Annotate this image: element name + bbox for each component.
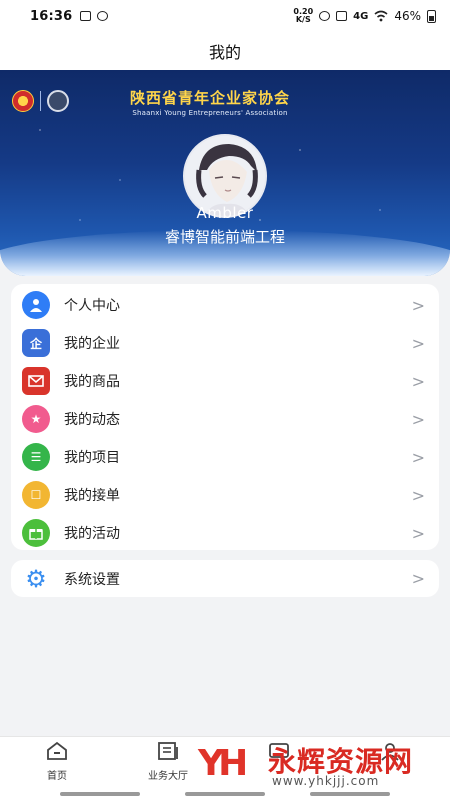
company-name: 睿博智能前端工程 xyxy=(164,228,285,246)
username: Ambler xyxy=(196,204,254,222)
youth-league-emblem-icon xyxy=(12,90,34,112)
enterprise-icon: 企 xyxy=(22,329,50,357)
menu-item-label: 我的商品 xyxy=(64,374,120,390)
settings-card: ⚙ 系统设置 > xyxy=(11,560,439,597)
gift-icon xyxy=(22,519,50,547)
net-speed: 0.20 K/S xyxy=(293,8,313,24)
signal-icon: 4G xyxy=(353,10,369,22)
tab-home[interactable]: 首页 xyxy=(12,741,102,782)
list-icon: ☰ xyxy=(22,443,50,471)
home-icon xyxy=(46,741,68,761)
association-emblem-icon xyxy=(47,90,69,112)
menu-item-my-activities[interactable]: 我的活动 > xyxy=(11,514,439,552)
gear-icon: ⚙ xyxy=(25,564,47,593)
star-icon: ★ xyxy=(22,405,50,433)
chevron-right-icon: > xyxy=(411,447,425,467)
menu-item-my-enterprise[interactable]: 企 我的企业 > xyxy=(11,324,439,362)
order-icon: ☐ xyxy=(22,481,50,509)
menu-item-my-updates[interactable]: ★ 我的动态 > xyxy=(11,400,439,438)
menu-item-personal-center[interactable]: 个人中心 > xyxy=(11,286,439,324)
alarm-icon xyxy=(319,11,331,21)
watermark: YH 永辉资源网 www.yhkjjj.com xyxy=(198,740,438,792)
menu-item-label: 我的动态 xyxy=(64,412,120,428)
gallery-icon xyxy=(80,11,92,21)
menu-item-my-projects[interactable]: ☰ 我的项目 > xyxy=(11,438,439,476)
association-name-en: Shaanxi Young Entrepreneurs' Association xyxy=(132,109,288,117)
notification-icons xyxy=(80,11,109,21)
battery-percent: 46% xyxy=(394,9,421,23)
gesture-bar-right xyxy=(310,792,390,796)
tab-label: 首页 xyxy=(47,771,67,782)
status-right: 0.20 K/S 4G 46% xyxy=(293,8,436,24)
chevron-right-icon: > xyxy=(411,485,425,505)
menu-item-label: 我的企业 xyxy=(64,336,120,352)
watermark-logo: YH xyxy=(198,743,248,784)
app-notification-icon xyxy=(97,11,109,21)
battery-icon xyxy=(427,9,436,23)
chevron-right-icon: > xyxy=(411,295,425,315)
chevron-right-icon: > xyxy=(411,371,425,391)
chevron-right-icon: > xyxy=(411,569,425,588)
net-speed-unit: K/S xyxy=(295,15,311,24)
wifi-icon xyxy=(374,10,388,22)
status-bar: 16:36 0.20 K/S 4G 46% xyxy=(0,0,450,32)
gesture-bar-center xyxy=(185,792,265,796)
logo-divider xyxy=(40,91,41,111)
menu-item-my-products[interactable]: 我的商品 > xyxy=(11,362,439,400)
chevron-right-icon: > xyxy=(411,523,425,543)
hall-icon xyxy=(157,741,179,761)
vibrate-icon xyxy=(336,11,348,21)
mail-icon xyxy=(22,367,50,395)
gesture-bar-left xyxy=(60,792,140,796)
page-header: 我的 xyxy=(0,32,450,70)
menu-item-label: 系统设置 xyxy=(64,571,120,588)
person-icon xyxy=(22,291,50,319)
watermark-url: www.yhkjjj.com xyxy=(272,774,380,788)
chevron-right-icon: > xyxy=(411,333,425,353)
association-name: 陕西省青年企业家协会 Shaanxi Young Entrepreneurs' … xyxy=(130,87,290,117)
chevron-right-icon: > xyxy=(411,409,425,429)
banner-logos xyxy=(12,90,69,112)
status-time: 16:36 xyxy=(30,8,73,24)
page-title: 我的 xyxy=(208,43,241,62)
menu-item-label: 我的活动 xyxy=(64,526,120,542)
association-name-cn: 陕西省青年企业家协会 xyxy=(130,89,291,107)
menu-item-my-orders[interactable]: ☐ 我的接单 > xyxy=(11,476,439,514)
menu-item-label: 我的项目 xyxy=(64,450,120,466)
menu-item-label: 我的接单 xyxy=(64,488,120,504)
menu-card: 个人中心 > 企 我的企业 > 我的商品 > ★ 我的动态 > ☰ 我的项目 >… xyxy=(11,284,439,550)
menu-item-label: 个人中心 xyxy=(64,298,120,314)
menu-item-system-settings[interactable]: ⚙ 系统设置 > xyxy=(11,560,439,597)
